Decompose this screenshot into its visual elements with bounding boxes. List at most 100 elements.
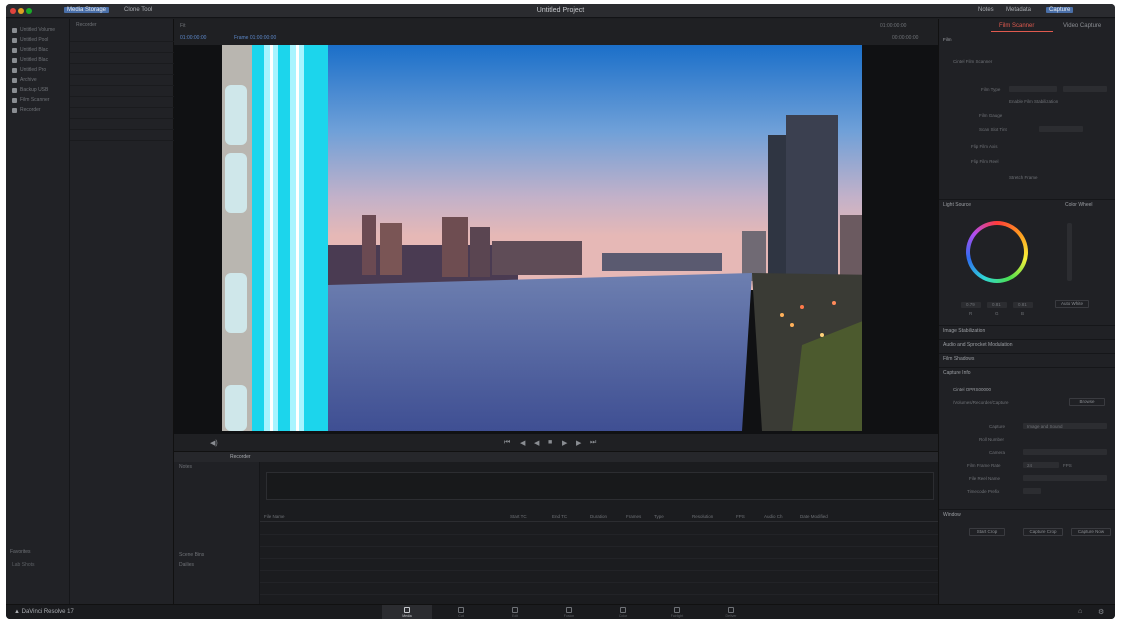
list-item[interactable]	[70, 53, 174, 64]
color-mode-select[interactable]: Color Wheel	[1065, 200, 1093, 210]
bin-side-item[interactable]: Dailies	[174, 560, 259, 570]
page-fairlight[interactable]: Fairlight	[652, 605, 702, 619]
tab-video-capture[interactable]: Video Capture	[1063, 23, 1101, 29]
table-row[interactable]	[260, 582, 938, 583]
drive-icon	[12, 87, 17, 93]
list-item[interactable]	[70, 97, 174, 108]
stretch-frame-checkbox[interactable]: Stretch Frame	[1009, 175, 1038, 180]
bin-side-item[interactable]: Scene Bins	[174, 550, 259, 560]
table-row[interactable]	[260, 594, 938, 595]
list-item[interactable]	[70, 75, 174, 86]
frame-size-slider[interactable]	[1039, 126, 1083, 132]
page-fusion[interactable]: Fusion	[544, 605, 594, 619]
image-stabilization-section[interactable]: Image Stabilization	[939, 325, 1115, 335]
tab-film-scanner[interactable]: Film Scanner	[999, 23, 1034, 29]
favorites-label: Favorites	[10, 549, 31, 555]
home-icon[interactable]: ⌂	[1078, 608, 1082, 615]
rewind-button[interactable]: ◀	[520, 439, 525, 447]
camera-select[interactable]	[1023, 449, 1107, 455]
volume-item[interactable]: Archive	[6, 75, 69, 85]
column-audio-ch[interactable]: Audio Ch	[764, 514, 783, 519]
volume-item[interactable]: Untitled Blac	[6, 55, 69, 65]
list-item[interactable]	[70, 119, 174, 130]
drive-icon	[12, 47, 17, 53]
page-cut[interactable]: Cut	[436, 605, 486, 619]
go-to-start-button[interactable]: ⏮	[504, 439, 510, 447]
list-item[interactable]	[70, 42, 174, 53]
browse-button[interactable]: Browse	[1069, 398, 1105, 406]
transport-controls: ◀) ⏮ ◀ ◀ ■ ▶ ▶ ⏭	[174, 434, 938, 451]
list-item[interactable]	[70, 64, 174, 75]
metadata-button[interactable]: Metadata	[1006, 7, 1031, 13]
column-start-tc[interactable]: Start TC	[510, 514, 527, 519]
table-row[interactable]	[260, 558, 938, 559]
page-deliver[interactable]: Deliver	[706, 605, 756, 619]
column-duration[interactable]: Duration	[590, 514, 607, 519]
list-item[interactable]	[70, 130, 174, 141]
timecode-left: 01:00:00:00	[180, 35, 207, 41]
color-wheel[interactable]	[966, 221, 1028, 283]
film-type-select-secondary[interactable]	[1063, 86, 1107, 92]
fast-forward-button[interactable]: ▶	[576, 439, 581, 447]
column-type[interactable]: Type	[654, 514, 664, 519]
auto-white-button[interactable]: Auto White	[1055, 300, 1089, 308]
play-button[interactable]: ▶	[562, 439, 567, 447]
zoom-fit[interactable]: Fit	[180, 23, 186, 29]
capture-label: Capture	[989, 424, 1006, 429]
page-edit[interactable]: Edit	[490, 605, 540, 619]
drive-icon	[12, 107, 17, 113]
capture-button[interactable]: Capture	[1046, 7, 1074, 13]
file-list: Recorder	[70, 19, 174, 604]
table-row[interactable]	[260, 546, 938, 547]
film-shadows-section[interactable]: Film Shadows	[939, 353, 1115, 363]
volume-item[interactable]: Recorder	[6, 105, 69, 115]
favorite-item[interactable]: Lab Shots	[12, 562, 35, 568]
deliver-icon	[728, 607, 734, 613]
timecode-prefix-label: Timecode Prefix	[967, 489, 1000, 494]
column-file-name[interactable]: File Name	[264, 514, 285, 519]
red-label: R	[969, 311, 973, 316]
list-item[interactable]	[70, 31, 174, 42]
column-frames[interactable]: Frames	[626, 514, 641, 519]
notes-button[interactable]: Notes	[978, 7, 994, 13]
viewer[interactable]	[174, 45, 938, 434]
audio-sprocket-section[interactable]: Audio and Sprocket Modulation	[939, 339, 1115, 349]
step-back-button[interactable]: ◀	[534, 439, 539, 447]
audio-icon[interactable]: ◀)	[210, 439, 218, 447]
column-resolution[interactable]: Resolution	[692, 514, 713, 519]
volume-item[interactable]: Backup USB	[6, 85, 69, 95]
table-row[interactable]	[260, 570, 938, 571]
list-item[interactable]	[70, 108, 174, 119]
notes-field[interactable]	[266, 472, 934, 500]
list-item[interactable]	[70, 86, 174, 97]
gear-icon[interactable]: ⚙	[1098, 608, 1104, 616]
file-reel-name-label: File Reel Name	[969, 476, 1001, 481]
capture-info-section[interactable]: Capture Info	[939, 367, 1115, 377]
stabilization-checkbox[interactable]: Enable Film Stabilization	[1009, 99, 1058, 104]
stop-button[interactable]: ■	[548, 439, 552, 446]
table-row[interactable]	[260, 534, 938, 535]
capture-now-button[interactable]: Capture Now	[1071, 528, 1111, 536]
media-icon	[404, 607, 410, 613]
column-fps[interactable]: FPS	[736, 514, 745, 519]
volume-item[interactable]: Film Scanner	[6, 95, 69, 105]
page-color[interactable]: Color	[598, 605, 648, 619]
page-media[interactable]: Media	[382, 605, 432, 619]
volume-item[interactable]: Untitled Pro	[6, 65, 69, 75]
film-type-select[interactable]	[1009, 86, 1057, 92]
capture-subpath: /Volumes/Recorder/Capture	[953, 400, 1009, 405]
go-to-end-button[interactable]: ⏭	[590, 439, 596, 447]
capture-crop-button[interactable]: Capture Crop	[1023, 528, 1063, 536]
intensity-slider[interactable]	[1067, 223, 1072, 281]
file-reel-name-field[interactable]	[1023, 475, 1107, 481]
column-date-modified[interactable]: Date Modified	[800, 514, 828, 519]
volume-item[interactable]: Untitled Volume	[6, 25, 69, 35]
volume-item[interactable]: Untitled Blac	[6, 45, 69, 55]
volume-item[interactable]: Untitled Pool	[6, 35, 69, 45]
file-list-header: Recorder	[76, 22, 97, 28]
timecode-prefix-field[interactable]	[1023, 488, 1041, 494]
bin-side-item[interactable]: Notes	[174, 462, 259, 472]
timecode-right: 01:00:00:00	[880, 23, 907, 29]
start-crop-button[interactable]: Start Crop	[969, 528, 1005, 536]
column-end-tc[interactable]: End TC	[552, 514, 567, 519]
